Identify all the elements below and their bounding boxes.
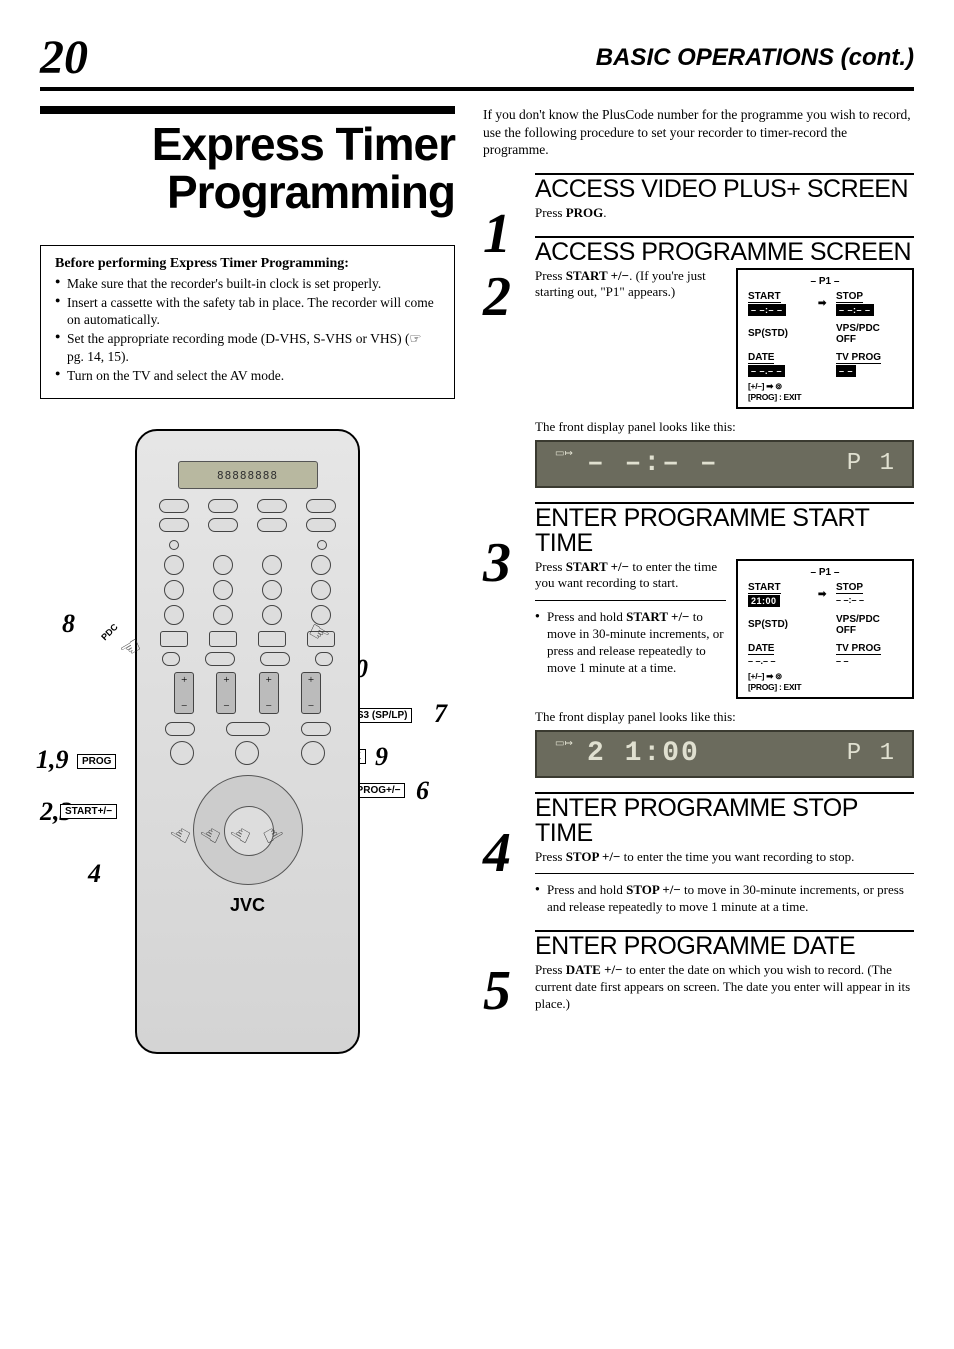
step-title: ENTER PROGRAMME START TIME [535,506,914,556]
step-title: ENTER PROGRAMME DATE [535,934,914,959]
page-number: 20 [40,30,88,85]
header-title: BASIC OPERATIONS (cont.) [596,44,914,72]
step-title: ACCESS VIDEO PLUS+ SCREEN [535,177,914,202]
remote-illustration: 8 1,9 2,3 4 5 6 7 9 10 PROG START+/− STD… [40,429,455,1054]
main-title: Express Timer Programming [40,120,455,217]
step-text: Press STOP +/− to enter the time you wan… [535,849,914,866]
osd-screen: – P1 – START– –:– – ➡ STOP– –:– – SP(STD… [736,268,914,409]
callout-7: 7 [434,699,447,729]
lcd-panel: ▭↦ 2 1:00 P 1 [535,730,914,778]
before-item: Make sure that the recorder's built-in c… [55,275,440,292]
display-label: The front display panel looks like this: [535,709,914,725]
before-item: Set the appropriate recording mode (D-VH… [55,330,440,365]
before-box: Before performing Express Timer Programm… [40,245,455,400]
step-number: 2 [483,274,535,322]
callout-9: 9 [375,742,388,772]
lcd-panel: ▭↦ – –:– – P 1 [535,440,914,488]
before-heading: Before performing Express Timer Programm… [55,256,440,272]
step-text: Press PROG. [535,205,914,222]
cassette-icon: ▭↦ [555,738,573,749]
label-start: START+/− [60,804,117,819]
step-number: 3 [483,540,535,588]
label-prog: PROG [77,754,116,769]
remote-brand: JVC [149,895,346,916]
callout-8: 8 [62,609,75,639]
callout-4: 4 [88,859,101,889]
step-substep: Press and hold STOP +/− to move in 30-mi… [535,882,914,916]
before-item: Insert a cassette with the safety tab in… [55,294,440,329]
step-number: 5 [483,968,535,1016]
callout-19: 1,9 [36,745,69,775]
intro-text: If you don't know the PlusCode number fo… [483,106,914,159]
step-title: ENTER PROGRAMME STOP TIME [535,796,914,846]
step-number: 4 [483,830,535,878]
remote-body: 88888888 JVC [135,429,360,1054]
step-text: Press START +/−. (If you're just startin… [535,268,726,302]
remote-lcd: 88888888 [178,461,318,489]
step-substep: Press and hold START +/− to move in 30-m… [535,609,726,677]
callout-6: 6 [416,776,429,806]
cassette-icon: ▭↦ [555,448,573,459]
before-item: Turn on the TV and select the AV mode. [55,367,440,384]
step-text: Press DATE +/− to enter the date on whic… [535,962,914,1013]
osd-screen: – P1 – START21:00 ➡ STOP– –:– – SP(STD) … [736,559,914,699]
display-label: The front display panel looks like this: [535,419,914,435]
step-text: Press START +/− to enter the time you wa… [535,559,726,593]
step-title: ACCESS PROGRAMME SCREEN [535,240,914,265]
